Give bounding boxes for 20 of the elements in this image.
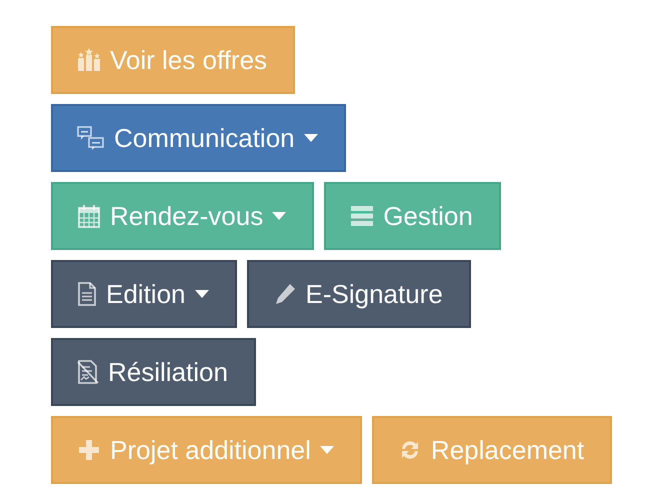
- action-button[interactable]: Replacement: [372, 416, 612, 484]
- podium-icon: [77, 48, 101, 72]
- document-icon: [77, 282, 97, 306]
- action-button[interactable]: Communication: [51, 104, 346, 172]
- chat-icon: [77, 126, 105, 150]
- server-icon: [350, 204, 374, 228]
- action-button[interactable]: Rendez-vous: [51, 182, 314, 250]
- action-button[interactable]: Résiliation: [51, 338, 256, 406]
- crossed-document-icon: [77, 360, 99, 384]
- action-button[interactable]: Gestion: [324, 182, 501, 250]
- action-button[interactable]: Edition: [51, 260, 236, 328]
- action-button[interactable]: E-Signature: [246, 260, 471, 328]
- caret-icon: [320, 446, 334, 454]
- plus-icon: [77, 438, 101, 462]
- calendar-icon: [77, 204, 101, 228]
- caret-icon: [272, 212, 286, 220]
- caret-icon: [194, 290, 208, 298]
- action-button[interactable]: Voir les offres: [51, 26, 296, 94]
- caret-icon: [304, 134, 318, 142]
- action-button[interactable]: Projet additionnel: [51, 416, 362, 484]
